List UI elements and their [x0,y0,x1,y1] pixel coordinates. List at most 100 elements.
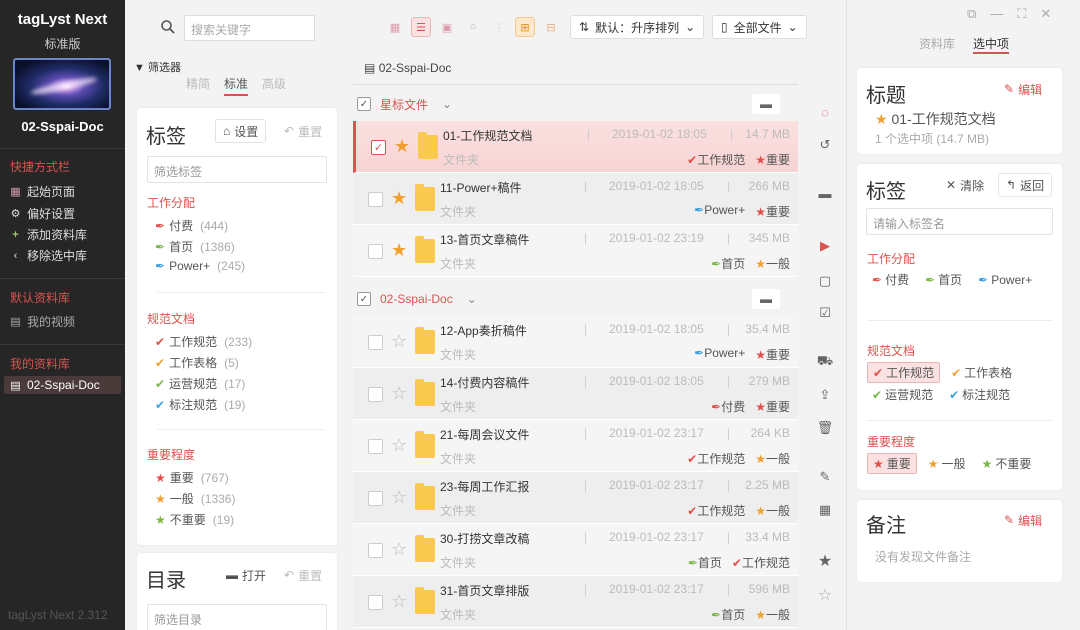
tag-name-input[interactable]: 请输入标签名 [866,208,1053,235]
directory-filter-input[interactable]: 筛选目录 [147,604,327,630]
tag-filter-item[interactable]: ✔ 工作表格 (5) [155,354,239,371]
restore-icon[interactable]: ⧉ [967,6,976,22]
chevron-down-icon[interactable]: ⌄ [442,97,452,111]
star-outline-icon[interactable]: ☆ [391,591,407,612]
tag-chip[interactable]: ★ 不重要 [977,453,1037,474]
fullscreen-icon[interactable]: ⛶ [1017,6,1026,22]
tab-standard[interactable]: 标准 [224,75,249,96]
tab-simple[interactable]: 精简 [186,75,210,96]
star-filled-icon[interactable]: ★ [810,550,840,572]
tag-chip[interactable]: ✔ 工作表格 [946,362,1017,383]
close-icon[interactable]: ✕ [1040,6,1051,22]
row-checkbox[interactable] [368,543,383,558]
checkbox-icon[interactable]: ☑ [810,302,840,324]
tag-filter-item[interactable]: ✔ 运营规范 (17) [155,375,245,392]
cover-view-icon[interactable]: ▣ [437,17,457,37]
folder-icon[interactable]: ▬ [752,94,780,114]
tab-library[interactable]: 资料库 [919,35,955,54]
shortcut-remove-library[interactable]: ‹ 移除选中库 [10,247,87,264]
star-outline-icon[interactable]: ☆ [391,383,407,404]
file-row[interactable]: ☆ 30-打捞文章改稿 文件夹 | 2019-01-02 23:17 | 33.… [353,524,798,576]
group-header[interactable]: ✓ 02-Sspai-Doc ⌄ ▬ [353,283,798,315]
list-view-icon[interactable]: ☰ [411,17,431,37]
grid-view-icon[interactable]: ▦ [385,17,405,37]
star-filled-icon[interactable]: ★ [391,188,407,209]
move-icon[interactable]: ⛟ [810,351,840,373]
library-item-sspai-doc[interactable]: ▤ 02-Sspai-Doc [4,376,121,394]
tag-filter-item[interactable]: ★ 重要 (767) [155,469,229,486]
tag-filter-item[interactable]: ★ 一般 (1336) [155,490,235,507]
tag-filter-item[interactable]: ✒ 付费 (444) [155,217,228,234]
row-checkbox[interactable] [368,335,383,350]
scope-dropdown[interactable]: ▯ 全部文件 ⌄ [712,15,807,39]
chevron-down-icon[interactable]: ⌄ [467,292,477,306]
tag-chip[interactable]: ✔ 标注规范 [944,385,1015,404]
title-edit-button[interactable]: ✎ 编辑 [997,77,1050,101]
tag-filter-item[interactable]: ✔ 工作规范 (233) [155,333,252,350]
clipboard-icon[interactable]: ▢ [810,270,840,292]
tree-view-icon[interactable]: ⊞ [515,17,535,37]
star-outline-icon[interactable]: ☆ [391,539,407,560]
star-outline-icon[interactable]: ☆ [391,487,407,508]
tags-settings-button[interactable]: ⌂ 设置 [215,119,267,143]
row-checkbox[interactable]: ✓ [371,140,386,155]
row-checkbox[interactable] [368,491,383,506]
tag-filter-item[interactable]: ✒ Power+ (245) [155,259,245,273]
tag-filter-item[interactable]: ✒ 首页 (1386) [155,238,235,255]
search-icon[interactable] [160,19,176,35]
group-checkbox[interactable]: ✓ [357,97,371,111]
play-icon[interactable]: ▶ [810,235,840,257]
group-checkbox[interactable]: ✓ [357,292,371,306]
pencil-icon[interactable]: ✎ [810,466,840,488]
tag-chip[interactable]: ★ 一般 [923,453,971,474]
circle-view-icon[interactable]: ○ [463,17,483,37]
row-checkbox[interactable] [368,192,383,207]
undo-icon[interactable]: ↺ [810,134,840,156]
table-icon[interactable]: ▦ [810,499,840,521]
tag-chip[interactable]: ✒ 首页 [920,270,967,289]
file-row[interactable]: ☆ 23-每周工作汇报 文件夹 | 2019-01-02 23:17 | 2.2… [353,472,798,524]
star-filled-icon[interactable]: ★ [394,136,410,157]
tag-chip[interactable]: ★ 重要 [867,453,917,474]
star-outline-icon[interactable]: ☆ [391,331,407,352]
tag-chip[interactable]: ✒ 付费 [867,270,914,289]
tab-advanced[interactable]: 高级 [262,75,286,96]
tag-chip[interactable]: ✔ 工作规范 [867,362,941,383]
refresh-icon[interactable]: ◌ [810,101,840,123]
file-row[interactable]: ☆ 31-首页文章排版 文件夹 | 2019-01-02 23:17 | 596… [353,576,798,628]
sort-dropdown[interactable]: ⇅ 默认：升序排列 ⌄ [570,15,705,39]
library-thumbnail[interactable] [13,58,111,110]
tag-chip[interactable]: ✔ 运营规范 [867,385,938,404]
directory-reset-button[interactable]: ↶ 重置 [277,563,330,587]
tag-filter-item[interactable]: ★ 不重要 (19) [155,511,234,528]
file-row[interactable]: ☆ 21-每周会议文件 文件夹 | 2019-01-02 23:17 | 264… [353,420,798,472]
row-checkbox[interactable] [368,387,383,402]
tags-back-button[interactable]: ↰ 返回 [998,173,1053,197]
tab-selection[interactable]: 选中项 [973,35,1010,54]
tags-reset-button[interactable]: ↶ 重置 [277,119,330,143]
file-row[interactable]: ★ 13-首页文章稿件 文件夹 | 2019-01-02 23:19 | 345… [353,225,798,277]
star-filled-icon[interactable]: ★ [391,240,407,261]
row-checkbox[interactable] [368,439,383,454]
export-icon[interactable]: ⇪ [810,384,840,406]
row-checkbox[interactable] [368,595,383,610]
library-item-videos[interactable]: ▤ 我的视频 [10,313,75,330]
notes-edit-button[interactable]: ✎ 编辑 [997,508,1050,532]
star-outline-icon[interactable]: ☆ [391,435,407,456]
flat-view-icon[interactable]: ⊟ [541,17,561,37]
minimize-icon[interactable]: — [990,6,1003,22]
row-checkbox[interactable] [368,244,383,259]
trash-icon[interactable]: 🗑 [810,417,840,439]
file-row[interactable]: ✓ ★ 01-工作规范文档 文件夹 | 2019-01-02 18:05 | 1… [353,121,798,173]
tag-filter-input[interactable]: 筛选标签 [147,156,327,183]
shortcut-add-library[interactable]: + 添加资料库 [10,226,87,243]
search-input[interactable]: 搜索关键字 [184,15,315,41]
directory-open-button[interactable]: ▬ 打开 [219,563,274,587]
folder-icon[interactable]: ▬ [752,289,780,309]
shortcut-start-page[interactable]: ▦ 起始页面 [10,183,75,200]
star-outline-icon[interactable]: ☆ [810,584,840,606]
tag-filter-item[interactable]: ✔ 标注规范 (19) [155,396,245,413]
file-row[interactable]: ★ 11-Power+稿件 文件夹 | 2019-01-02 18:05 | 2… [353,173,798,225]
tags-clear-button[interactable]: ✕ 清除 [939,173,992,197]
file-row[interactable]: ☆ 12-App奏折稿件 文件夹 | 2019-01-02 18:05 | 35… [353,316,798,368]
